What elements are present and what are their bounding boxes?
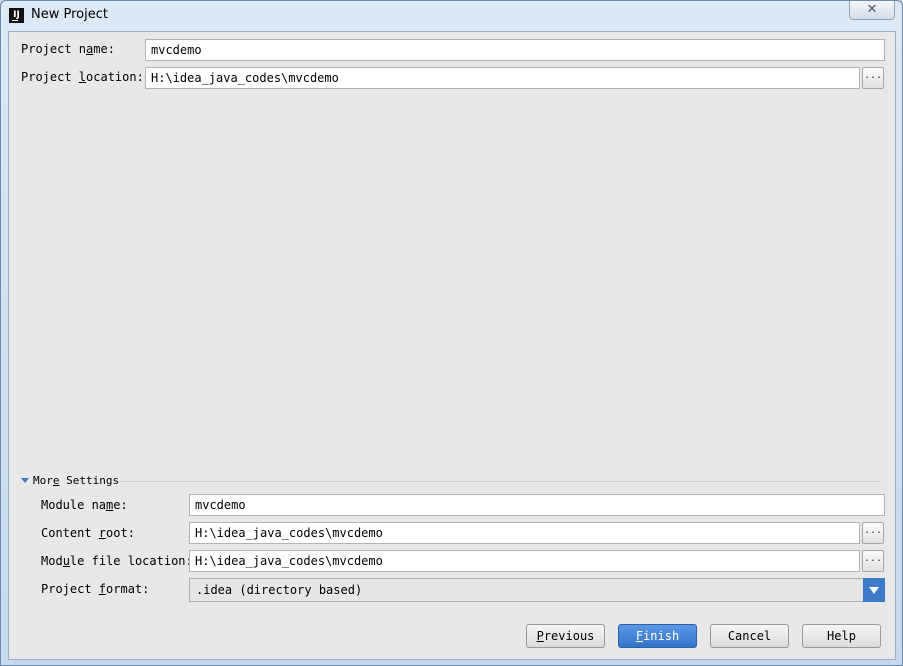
dropdown-arrow-icon[interactable] bbox=[863, 578, 885, 602]
project-format-select[interactable]: .idea (directory based) bbox=[189, 578, 885, 602]
project-location-input[interactable] bbox=[145, 67, 860, 89]
section-divider bbox=[119, 481, 881, 482]
title-bar[interactable]: IJ New Project ✕ bbox=[1, 1, 902, 31]
window-title: New Project bbox=[31, 7, 108, 22]
content-root-label: Content root: bbox=[41, 526, 135, 540]
project-name-label: Project name: bbox=[21, 42, 115, 56]
content-root-input[interactable] bbox=[189, 522, 860, 544]
close-button[interactable]: ✕ bbox=[849, 1, 895, 20]
module-file-location-label: Module file location: bbox=[41, 554, 193, 568]
help-button[interactable]: Help bbox=[802, 624, 881, 648]
project-format-label: Project format: bbox=[41, 582, 150, 596]
previous-button[interactable]: Previous bbox=[526, 624, 605, 648]
module-name-input[interactable] bbox=[189, 494, 885, 516]
new-project-dialog: IJ New Project ✕ Project name: Project l… bbox=[0, 0, 903, 666]
collapse-triangle-icon bbox=[21, 478, 29, 483]
dialog-content: Project name: Project location: ... More… bbox=[8, 31, 896, 660]
module-name-label: Module name: bbox=[41, 498, 128, 512]
project-format-value: .idea (directory based) bbox=[196, 583, 363, 597]
more-settings-label: More Settings bbox=[33, 474, 120, 487]
intellij-app-icon: IJ bbox=[9, 8, 24, 23]
cancel-button[interactable]: Cancel bbox=[710, 624, 789, 648]
finish-button[interactable]: Finish bbox=[618, 624, 697, 648]
module-file-location-input[interactable] bbox=[189, 550, 860, 572]
project-location-label: Project location: bbox=[21, 70, 144, 84]
project-location-browse-button[interactable]: ... bbox=[862, 67, 884, 89]
project-name-input[interactable] bbox=[145, 39, 885, 61]
module-file-location-browse-button[interactable]: ... bbox=[862, 550, 884, 572]
content-root-browse-button[interactable]: ... bbox=[862, 522, 884, 544]
